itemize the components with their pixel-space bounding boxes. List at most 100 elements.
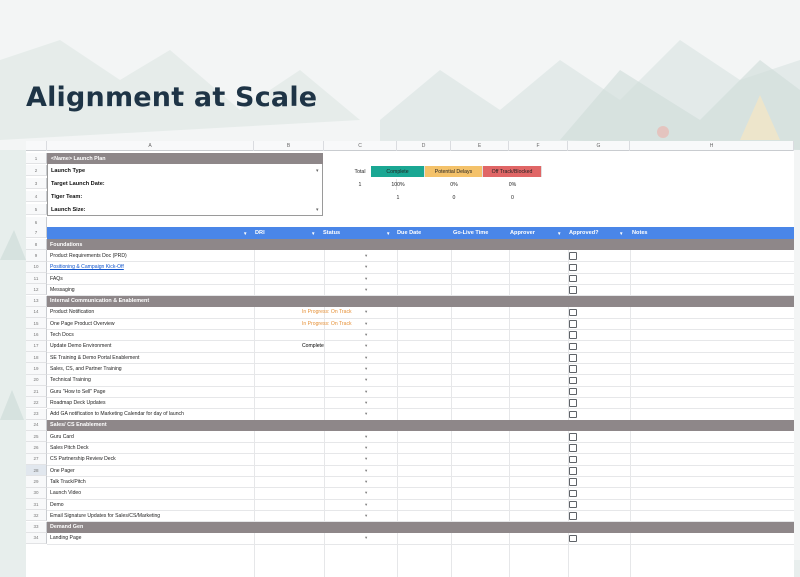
- status-dropdown-icon[interactable]: ▾: [365, 318, 371, 329]
- approved-checkbox[interactable]: [569, 252, 577, 260]
- column-header-d[interactable]: D: [397, 141, 451, 151]
- row-number[interactable]: 25: [26, 431, 47, 443]
- status-dropdown-icon[interactable]: ▾: [365, 409, 371, 420]
- column-header-g[interactable]: G: [568, 141, 630, 151]
- status-cell[interactable]: [299, 375, 372, 386]
- status-dropdown-icon[interactable]: ▾: [365, 488, 371, 499]
- row-number[interactable]: 21: [26, 385, 47, 398]
- row-number[interactable]: 28: [26, 465, 47, 477]
- task-name-cell[interactable]: Guru "How to Sell" Page: [47, 386, 227, 397]
- launch-size-label[interactable]: Launch Size:: [47, 204, 323, 216]
- status-dropdown-icon[interactable]: ▾: [365, 329, 371, 340]
- status-cell[interactable]: [299, 397, 372, 408]
- task-name-cell[interactable]: One Pager: [47, 465, 227, 476]
- task-name-cell[interactable]: FAQs: [47, 273, 227, 284]
- select-all-corner[interactable]: [26, 141, 47, 151]
- section-header[interactable]: Foundations: [47, 239, 794, 250]
- status-dropdown-icon[interactable]: ▾: [365, 250, 371, 261]
- status-dropdown-icon[interactable]: ▾: [365, 352, 371, 363]
- row-number[interactable]: 31: [26, 498, 47, 511]
- task-name-cell[interactable]: Sales, CS, and Partner Training: [47, 363, 227, 374]
- approved-checkbox[interactable]: [569, 433, 577, 441]
- target-launch-date-label[interactable]: Target Launch Date:: [47, 178, 323, 190]
- row-number[interactable]: 19: [26, 363, 47, 375]
- row-number[interactable]: 20: [26, 374, 47, 386]
- status-cell[interactable]: [299, 476, 372, 487]
- status-dropdown-icon[interactable]: ▾: [365, 454, 371, 465]
- status-dropdown-icon[interactable]: ▾: [365, 533, 371, 544]
- approved-checkbox[interactable]: [569, 274, 577, 283]
- spreadsheet[interactable]: A B C D E F G H 1 2 3 4 5 6 7 8 9 10 11 12 13 14 15 16 1…: [26, 141, 794, 577]
- task-name-cell[interactable]: Product Requirements Doc (PRD): [47, 250, 227, 261]
- status-dropdown-icon[interactable]: ▾: [365, 307, 371, 318]
- task-name-cell[interactable]: Roadmap Deck Updates: [47, 397, 227, 408]
- column-header-b[interactable]: B: [254, 141, 324, 151]
- status-dropdown-icon[interactable]: ▾: [365, 431, 371, 442]
- status-cell[interactable]: [299, 329, 372, 340]
- approved-checkbox[interactable]: [569, 512, 577, 520]
- approved-checkbox[interactable]: [569, 387, 577, 396]
- status-cell[interactable]: [299, 363, 372, 374]
- status-cell[interactable]: [299, 262, 372, 273]
- row-number[interactable]: 30: [26, 487, 47, 499]
- column-header-e[interactable]: E: [451, 141, 509, 151]
- row-number[interactable]: 10: [26, 261, 47, 273]
- section-header[interactable]: Demand Gen: [47, 521, 794, 533]
- status-dropdown-icon[interactable]: ▾: [365, 465, 371, 476]
- task-name-cell[interactable]: Sales Pitch Deck: [47, 442, 227, 453]
- task-name-cell[interactable]: Tech Docs: [47, 329, 227, 340]
- header-approver[interactable]: Approver: [510, 227, 535, 239]
- approved-checkbox[interactable]: [569, 342, 577, 351]
- launch-type-label[interactable]: Launch Type: [47, 165, 323, 177]
- task-name-cell[interactable]: Guru Card: [47, 431, 227, 442]
- row-number[interactable]: 17: [26, 340, 47, 352]
- launch-size-dropdown-icon[interactable]: ▾: [316, 207, 319, 213]
- due-date-filter-icon[interactable]: ▼: [386, 227, 393, 239]
- row-number[interactable]: 29: [26, 476, 47, 488]
- status-cell[interactable]: [299, 352, 372, 363]
- approved-checkbox[interactable]: [569, 365, 577, 373]
- status-cell[interactable]: [299, 386, 372, 397]
- row-number[interactable]: 34: [26, 532, 47, 545]
- status-dropdown-icon[interactable]: ▾: [365, 510, 371, 521]
- row-number[interactable]: 26: [26, 442, 47, 454]
- status-cell[interactable]: [299, 488, 372, 499]
- status-cell[interactable]: [299, 284, 372, 295]
- approved-checkbox[interactable]: [569, 354, 577, 362]
- column-header-f[interactable]: F: [509, 141, 568, 151]
- header-status[interactable]: Status: [323, 227, 340, 239]
- status-dropdown-icon[interactable]: ▾: [365, 499, 371, 510]
- task-name-cell[interactable]: Product Notification: [47, 307, 227, 318]
- approved-checkbox[interactable]: [569, 534, 577, 543]
- status-dropdown-icon[interactable]: ▾: [365, 476, 371, 487]
- approved-checkbox[interactable]: [569, 286, 577, 294]
- status-dropdown-icon[interactable]: ▾: [365, 341, 371, 352]
- status-cell[interactable]: Complete: [299, 341, 372, 352]
- approved-checkbox[interactable]: [569, 263, 577, 272]
- launch-plan-header[interactable]: <Name> Launch Plan: [47, 153, 323, 164]
- approved-checkbox[interactable]: [569, 320, 577, 328]
- row-number[interactable]: 4: [26, 191, 47, 203]
- row-number[interactable]: 23: [26, 408, 47, 420]
- row-number[interactable]: 15: [26, 318, 47, 330]
- header-dri[interactable]: DRI: [255, 227, 265, 239]
- header-notes[interactable]: Notes: [632, 227, 648, 239]
- approved-checkbox[interactable]: [569, 410, 577, 418]
- approver-filter-icon[interactable]: ▼: [557, 227, 564, 239]
- row-number[interactable]: 27: [26, 453, 47, 465]
- approved-checkbox[interactable]: [569, 478, 577, 486]
- row-number[interactable]: 5: [26, 204, 47, 216]
- status-cell[interactable]: [299, 510, 372, 521]
- task-name-cell[interactable]: Messaging: [47, 284, 227, 295]
- status-dropdown-icon[interactable]: ▾: [365, 262, 371, 273]
- row-number[interactable]: 2: [26, 165, 47, 177]
- row-number[interactable]: 33: [26, 521, 47, 533]
- section-header[interactable]: Sales/ CS Enablement: [47, 419, 794, 431]
- status-dropdown-icon[interactable]: ▾: [365, 273, 371, 284]
- status-filter-icon[interactable]: ▼: [311, 227, 318, 239]
- task-name-cell[interactable]: Email Signature Updates for Sales/CS/Mar…: [47, 510, 227, 521]
- row-number[interactable]: 18: [26, 352, 47, 364]
- header-due-date[interactable]: Due Date: [397, 227, 421, 239]
- status-cell[interactable]: In Progress: On Track: [299, 318, 372, 329]
- task-name-cell[interactable]: SE Training & Demo Portal Enablement: [47, 352, 227, 363]
